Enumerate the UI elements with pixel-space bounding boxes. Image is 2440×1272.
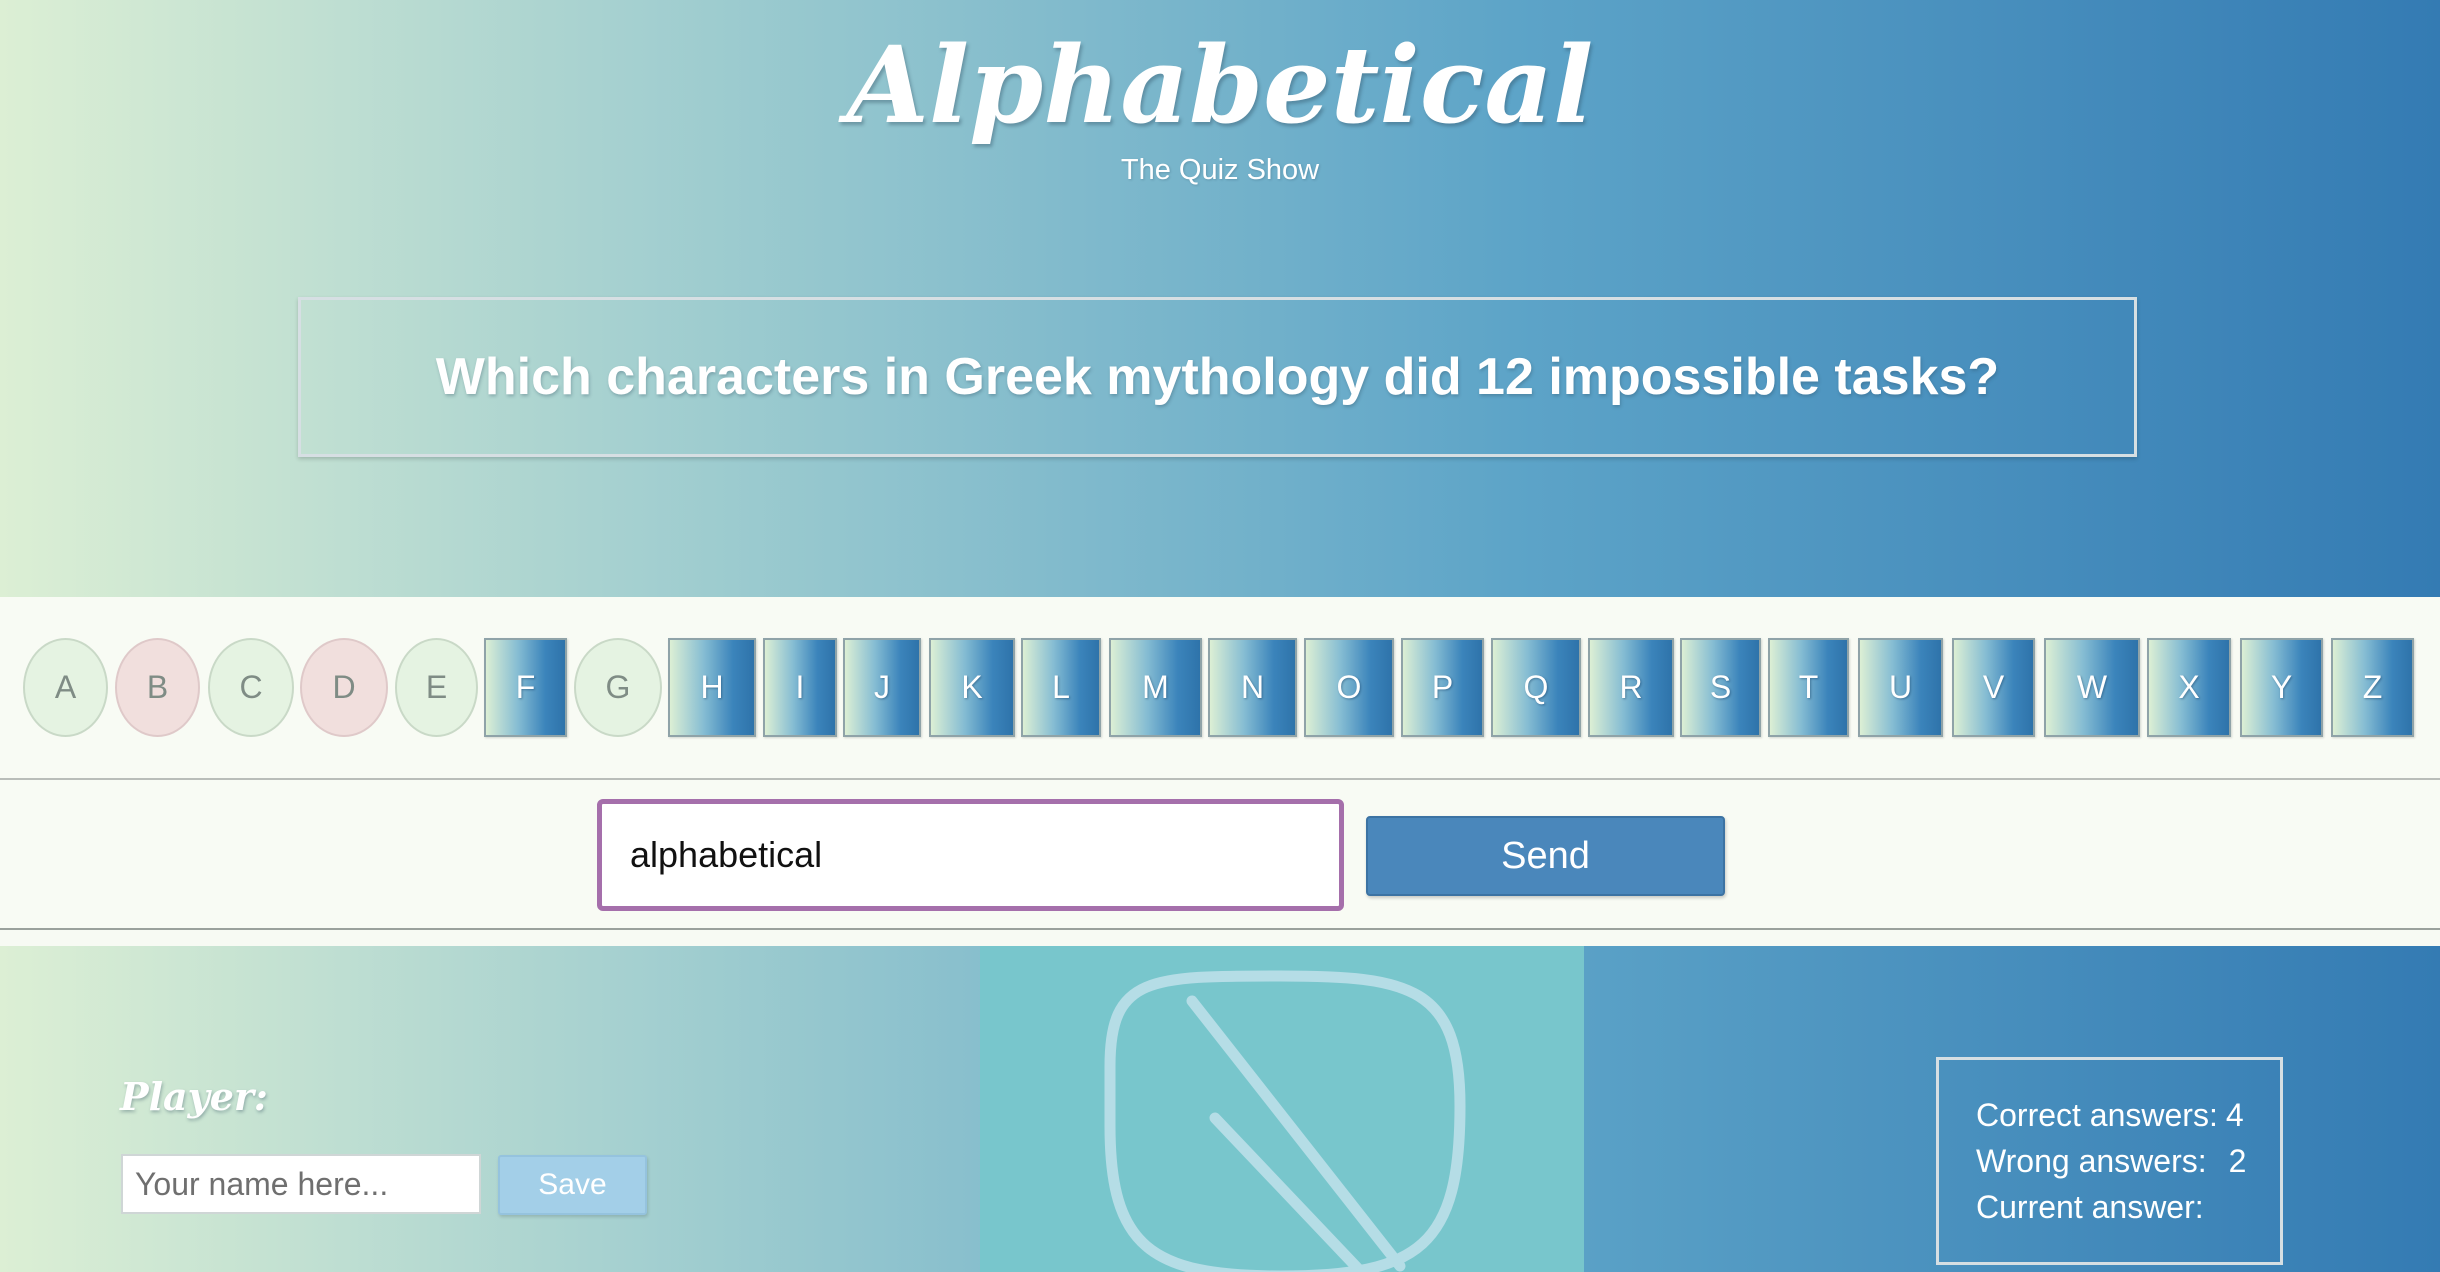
wrong-answers-value: 2 [2228, 1143, 2247, 1179]
letter-r[interactable]: R [1588, 638, 1674, 737]
letter-label: W [2076, 669, 2108, 705]
letter-label: G [605, 669, 631, 705]
app-subtitle: The Quiz Show [1120, 154, 1320, 186]
letter-board: A B C D E F G H I J K L M N O P Q R S T … [0, 597, 2440, 780]
letter-label: Q [1523, 669, 1549, 705]
letter-w[interactable]: W [2044, 638, 2140, 737]
status-panel [980, 946, 1584, 1272]
letter-label: A [54, 669, 77, 705]
letter-label: C [239, 669, 263, 705]
current-answer-row: Current answer: [1976, 1184, 2280, 1230]
correct-answers-label: Correct answers: [1976, 1097, 2218, 1133]
letter-label: Z [2362, 669, 2383, 705]
letter-q[interactable]: Q [1491, 638, 1581, 737]
letter-label: F [515, 669, 536, 705]
letter-label: N [1240, 669, 1265, 705]
letter-i[interactable]: I [763, 638, 837, 737]
answer-bar: Send [0, 780, 2440, 930]
correct-answers-value: 4 [2225, 1097, 2244, 1133]
letter-label: X [2178, 669, 2200, 705]
letter-c[interactable]: C [208, 638, 294, 737]
send-button[interactable]: Send [1366, 816, 1725, 896]
current-answer-label: Current answer: [1976, 1189, 2204, 1225]
letter-h[interactable]: H [668, 638, 756, 737]
question-box: Which characters in Greek mythology did … [298, 297, 2137, 457]
letter-m[interactable]: M [1109, 638, 1202, 737]
letter-label: K [961, 669, 983, 705]
answer-input[interactable] [597, 799, 1344, 911]
wrong-answers-row: Wrong answers: 2 [1976, 1138, 2280, 1184]
letter-label: M [1142, 669, 1169, 705]
letter-label: O [1336, 669, 1362, 705]
letter-f[interactable]: F [484, 638, 567, 737]
letter-label: R [1619, 669, 1643, 705]
letter-label: J [874, 669, 890, 705]
letter-label: V [1982, 669, 2005, 705]
save-button[interactable]: Save [498, 1155, 647, 1215]
letter-s[interactable]: S [1680, 638, 1761, 737]
letter-label: I [795, 669, 805, 705]
question-text: Which characters in Greek mythology did … [435, 348, 2000, 406]
letter-e[interactable]: E [395, 638, 478, 737]
app-title: Alphabetical [846, 22, 1594, 147]
letter-p[interactable]: P [1401, 638, 1484, 737]
letter-b[interactable]: B [115, 638, 200, 737]
letter-label: B [146, 669, 169, 705]
letter-a[interactable]: A [23, 638, 108, 737]
player-label: Player: [120, 1074, 268, 1119]
letter-l[interactable]: L [1021, 638, 1101, 737]
letter-x[interactable]: X [2147, 638, 2231, 737]
score-box: Correct answers: 4 Wrong answers: 2 Curren… [1936, 1057, 2283, 1265]
correct-answers-row: Correct answers: 4 [1976, 1092, 2280, 1138]
player-name-input[interactable] [121, 1154, 481, 1214]
letter-y[interactable]: Y [2240, 638, 2323, 737]
letter-o[interactable]: O [1304, 638, 1394, 737]
letter-j[interactable]: J [843, 638, 921, 737]
letter-label: L [1052, 669, 1070, 705]
letter-n[interactable]: N [1208, 638, 1297, 737]
letter-z[interactable]: Z [2331, 638, 2414, 737]
letter-label: P [1431, 669, 1454, 705]
letter-d[interactable]: D [300, 638, 388, 737]
footer: Player: Save Correct answers:4 Wrong ans… [0, 946, 2440, 1272]
blocked-icon [1104, 970, 1466, 1272]
letter-label: T [1798, 669, 1819, 705]
letter-t[interactable]: T [1768, 638, 1849, 737]
header: Alphabetical The Quiz Show Which charact… [0, 0, 2440, 597]
letter-u[interactable]: U [1858, 638, 1943, 737]
letter-label: E [425, 669, 448, 705]
letter-k[interactable]: K [929, 638, 1015, 737]
letter-v[interactable]: V [1952, 638, 2035, 737]
letter-g[interactable]: G [574, 638, 662, 737]
letter-label: S [1709, 669, 1732, 705]
letter-label: H [700, 669, 724, 705]
letter-label: U [1888, 669, 1913, 705]
wrong-answers-label: Wrong answers: [1976, 1143, 2207, 1179]
letter-label: Y [2270, 669, 2293, 705]
letter-label: D [332, 669, 356, 705]
